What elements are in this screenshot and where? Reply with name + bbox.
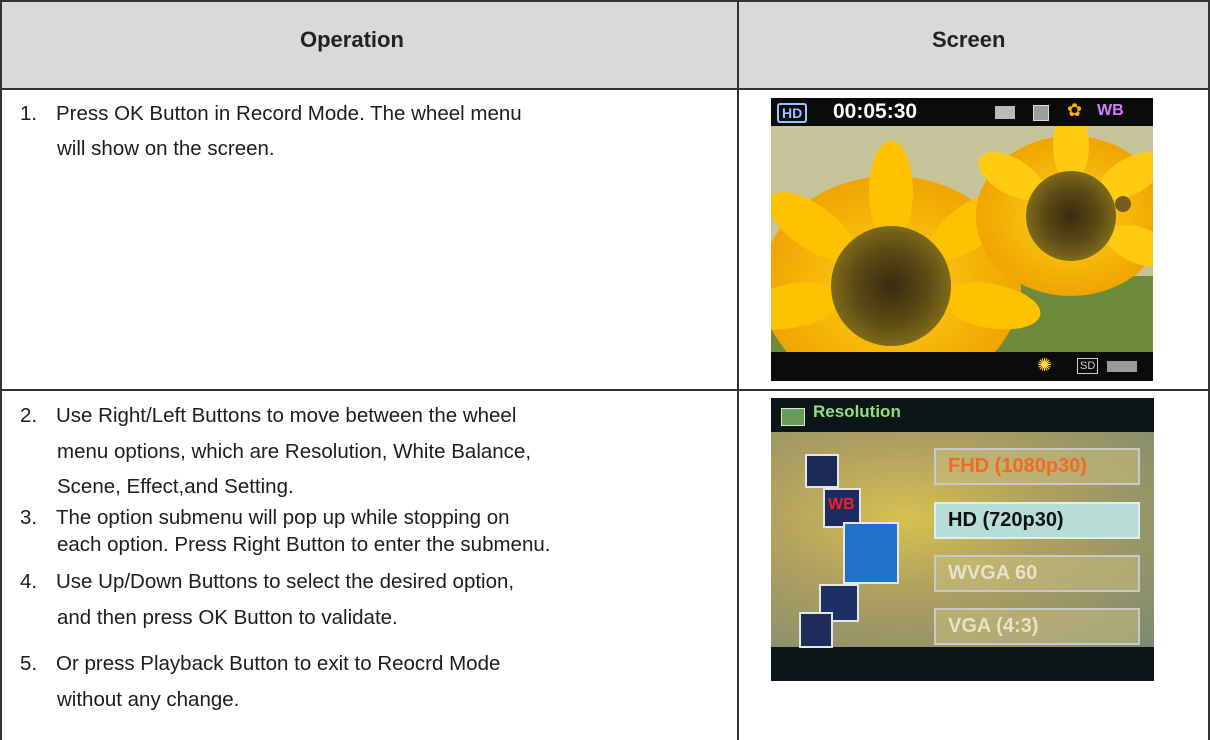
- step-2-cont: menu options, which are Resolution, Whit…: [20, 434, 531, 469]
- table-border-row: [0, 389, 1210, 391]
- step-text: Use Up/Down Buttons to select the desire…: [56, 570, 515, 593]
- white-balance-icon: WB: [1097, 102, 1124, 119]
- mode-icon: [995, 106, 1015, 119]
- record-timer: 00:05:30: [833, 100, 918, 123]
- status-bar-top: HD 00:05:30 ✿ WB: [771, 98, 1153, 126]
- step-1-cont: will show on the screen.: [20, 131, 275, 166]
- step-2: 2. Use Right/Left Buttons to move between…: [20, 398, 516, 433]
- scene-night-icon: [805, 454, 839, 488]
- step-text: Use Right/Left Buttons to move between t…: [56, 404, 517, 427]
- header-screen: Screen: [932, 27, 1006, 52]
- resolution-option-hd[interactable]: HD (720p30): [934, 502, 1140, 539]
- resolution-icon: [843, 522, 899, 584]
- step-text: menu options, which are Resolution, Whit…: [57, 440, 532, 463]
- hd-badge: HD: [777, 103, 808, 123]
- step-4-cont: and then press OK Button to validate.: [20, 600, 398, 635]
- step-1: 1. Press OK Button in Record Mode. The wh…: [20, 96, 522, 131]
- movie-icon: [781, 408, 805, 426]
- resolution-menu-body: WB FHD (1080p30) HD (720p30) WVGA 60 VGA…: [771, 432, 1154, 648]
- resolution-menu-header: Resolution: [771, 398, 1154, 432]
- status-bar-bottom: ✺ SD: [771, 352, 1153, 381]
- step-number: 1.: [20, 102, 38, 125]
- table-header: [0, 0, 1210, 88]
- step-5-cont: without any change.: [20, 682, 239, 717]
- battery-icon: [1107, 361, 1137, 372]
- step-text: each option. Press Right Button to enter…: [57, 533, 551, 556]
- effect-icon: [799, 612, 833, 648]
- resolution-menu-screen: Resolution WB FHD (1080p30) HD (720p30) …: [771, 398, 1154, 681]
- step-text: The option submenu will pop up while sto…: [56, 506, 510, 529]
- step-2-cont: Scene, Effect,and Setting.: [20, 469, 294, 504]
- table-border-middle: [737, 0, 739, 740]
- resolution-option-wvga[interactable]: WVGA 60: [934, 555, 1140, 592]
- sd-card-icon: SD: [1077, 358, 1099, 374]
- step-5: 5. Or press Playback Button to exit to Re…: [20, 646, 500, 681]
- step-number: 2.: [20, 404, 38, 427]
- stabilizer-icon: [1033, 105, 1049, 121]
- table-border-header: [0, 88, 1210, 90]
- step-4: 4. Use Up/Down Buttons to select the desi…: [20, 564, 514, 599]
- operation-table: Operation Screen 1. Press OK Button in Re…: [0, 0, 1210, 740]
- step-text: will show on the screen.: [57, 137, 275, 160]
- resolution-title: Resolution: [813, 402, 901, 421]
- resolution-option-fhd[interactable]: FHD (1080p30): [934, 448, 1140, 485]
- step-text: Press OK Button in Record Mode. The whee…: [56, 102, 522, 125]
- sunflower-photo: [771, 126, 1153, 352]
- step-text: Scene, Effect,and Setting.: [57, 475, 294, 498]
- step-3-cont: each option. Press Right Button to enter…: [20, 527, 550, 562]
- scene-flower-icon: ✿: [1067, 100, 1083, 120]
- light-icon: ✺: [1037, 355, 1053, 375]
- step-number: 4.: [20, 570, 38, 593]
- header-operation: Operation: [300, 27, 404, 52]
- table-border-top: [0, 0, 1210, 2]
- step-text: without any change.: [57, 688, 240, 711]
- step-text: Or press Playback Button to exit to Reoc…: [56, 652, 501, 675]
- record-mode-screen: HD 00:05:30 ✿ WB ✺ SD: [771, 98, 1153, 381]
- step-text: and then press OK Button to validate.: [57, 606, 398, 629]
- resolution-option-vga[interactable]: VGA (4:3): [934, 608, 1140, 645]
- table-border-left: [0, 0, 2, 740]
- step-number: 5.: [20, 652, 38, 675]
